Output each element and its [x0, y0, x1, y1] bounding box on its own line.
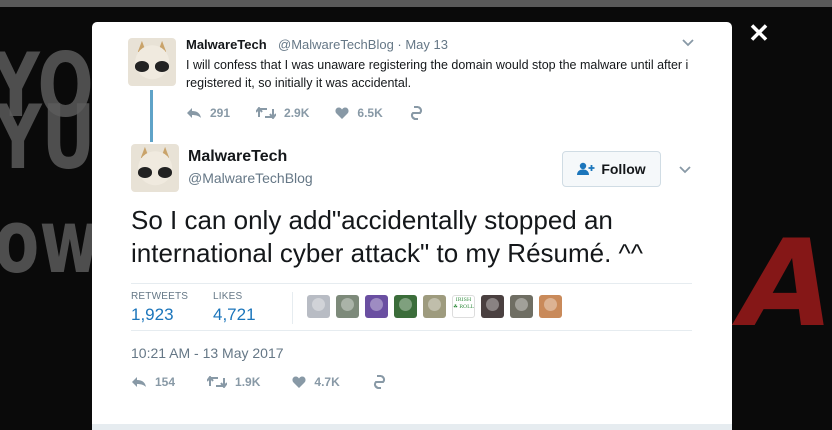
previous-tweet-actions: 291 2.9K 6.5K — [186, 106, 457, 120]
stats-divider — [292, 292, 293, 324]
retweet-button[interactable]: 2.9K — [256, 106, 309, 120]
liker-avatar-5[interactable] — [423, 295, 446, 318]
main-tweet-avatar[interactable] — [131, 144, 179, 192]
likes-value: 4,721 — [213, 305, 256, 324]
previous-tweet-author-name[interactable]: MalwareTech — [186, 37, 267, 52]
main-tweet-author-name[interactable]: MalwareTech — [188, 148, 287, 166]
liker-avatar-2[interactable] — [336, 295, 359, 318]
likes-label: LIKES — [213, 291, 243, 302]
tweet-timestamp[interactable]: 10:21 AM - 13 May 2017 — [131, 345, 284, 361]
reply-icon — [132, 377, 146, 387]
thread-connector — [150, 90, 153, 142]
chevron-down-icon[interactable] — [678, 163, 692, 177]
liker-avatar-9[interactable] — [539, 295, 562, 318]
main-tweet-author-handle[interactable]: @MalwareTechBlog — [188, 170, 313, 186]
moments-button[interactable] — [409, 106, 431, 120]
retweets-value: 1,923 — [131, 305, 174, 324]
liker-avatar-6-text: IRISH ☘ ROLL — [453, 297, 474, 310]
tweet-modal: MalwareTech @MalwareTechBlog · May 13 I … — [92, 22, 732, 430]
follow-button[interactable]: Follow — [562, 151, 661, 187]
close-icon[interactable]: ✕ — [746, 20, 772, 46]
retweets-label: RETWEETS — [131, 291, 189, 302]
reply-icon — [187, 108, 201, 118]
reply-count: 154 — [155, 375, 176, 389]
chevron-down-icon[interactable] — [681, 36, 695, 50]
liker-avatar-7[interactable] — [481, 295, 504, 318]
main-tweet-text: So I can only add"accidentally stopped a… — [131, 205, 643, 268]
like-count: 4.7K — [314, 375, 340, 389]
likes-stat[interactable]: LIKES 4,721 — [213, 291, 256, 325]
reply-count: 291 — [210, 106, 231, 120]
previous-tweet-avatar[interactable] — [128, 38, 176, 86]
background-art-left-middle: YU — [0, 86, 96, 189]
retweet-count: 1.9K — [235, 375, 261, 389]
heart-icon — [335, 107, 349, 119]
liker-avatar-6[interactable]: IRISH ☘ ROLL — [452, 295, 475, 318]
main-tweet-actions: 154 1.9K 4.7K — [131, 375, 420, 389]
moments-button[interactable] — [372, 375, 394, 389]
background-art-right-red: A — [725, 215, 832, 354]
modal-footer-strip — [92, 424, 732, 430]
retweet-icon — [256, 107, 277, 119]
reply-button[interactable]: 291 — [186, 106, 230, 120]
retweet-button[interactable]: 1.9K — [207, 375, 260, 389]
retweet-count: 2.9K — [284, 106, 310, 120]
liker-avatar-4[interactable] — [394, 295, 417, 318]
liker-avatars: IRISH ☘ ROLL — [307, 295, 568, 318]
previous-tweet-handle-and-date[interactable]: @MalwareTechBlog · May 13 — [278, 37, 448, 52]
moments-icon — [373, 375, 385, 389]
tweet-stats: RETWEETS 1,923 LIKES 4,721 IRISH ☘ ROLL — [131, 283, 692, 331]
heart-icon — [292, 376, 306, 388]
retweet-icon — [207, 376, 228, 388]
follow-person-icon — [577, 162, 595, 175]
previous-tweet-text: I will confess that I was unaware regist… — [186, 58, 689, 90]
liker-avatar-8[interactable] — [510, 295, 533, 318]
reply-button[interactable]: 154 — [131, 375, 175, 389]
liker-avatar-3[interactable] — [365, 295, 388, 318]
like-count: 6.5K — [357, 106, 383, 120]
moments-icon — [410, 106, 422, 120]
window-top-bar — [0, 0, 832, 7]
background-art-left-bottom: ow — [0, 190, 101, 293]
follow-button-label: Follow — [601, 161, 646, 177]
liker-avatar-1[interactable] — [307, 295, 330, 318]
like-button[interactable]: 4.7K — [292, 375, 340, 389]
like-button[interactable]: 6.5K — [335, 106, 383, 120]
retweets-stat[interactable]: RETWEETS 1,923 — [131, 291, 188, 325]
